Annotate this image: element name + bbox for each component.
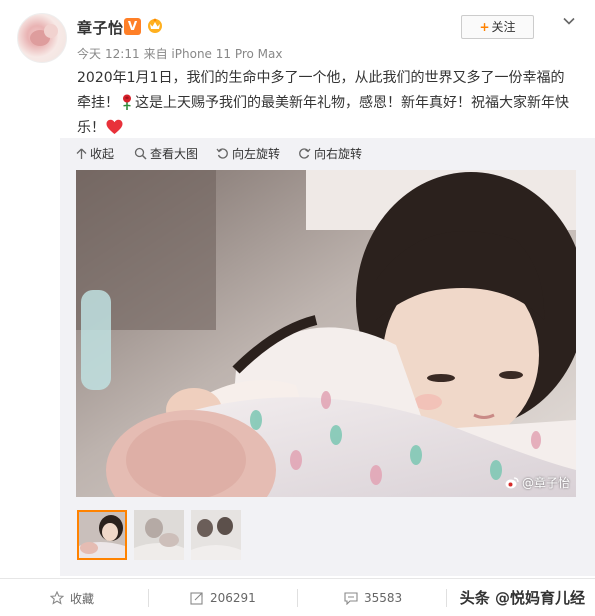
thumbnail-2[interactable] [134,510,184,560]
main-photo[interactable]: @章子怡 [76,170,576,497]
action-bar: 收藏 206291 35583 头条 @悦妈育儿经 [0,578,595,616]
comment-count: 35583 [364,591,403,605]
favorite-label: 收藏 [70,591,95,606]
post-day[interactable]: 今天 [77,47,101,61]
rotate-left-label: 向左旋转 [232,147,281,161]
view-large-label: 查看大图 [150,147,199,161]
star-icon [50,591,64,605]
divider [297,589,298,607]
rotate-right-label: 向右旋转 [314,147,363,161]
rose-icon [123,94,131,110]
verified-badge-icon: V [124,18,141,35]
post-time[interactable]: 12:11 [105,47,140,61]
repost-icon [190,592,203,605]
rotate-left-button[interactable]: 向左旋转 [216,145,280,162]
author-name[interactable]: 章子怡 [77,17,124,38]
member-crown-icon [148,18,162,33]
divider [446,589,447,607]
follow-label: 关注 [491,20,516,34]
thumbnail-image [134,510,184,560]
photo-watermark-label: @章子怡 [521,476,570,490]
repost-count: 206291 [210,591,256,605]
thumbnail-image [79,512,125,558]
source-watermark: 头条 @悦妈育儿经 [459,589,585,607]
rotate-right-button[interactable]: 向右旋转 [298,145,362,162]
rotate-right-icon [299,148,311,159]
post-text: 2020年1月1日，我们的生命中多了一个他，从此我们的世界又多了一份幸福的牵挂！… [77,66,577,141]
favorite-button[interactable]: 收藏 [50,579,94,616]
chevron-down-icon[interactable] [562,14,576,28]
comment-button[interactable]: 35583 [344,579,402,616]
collapse-label: 收起 [90,147,115,161]
rotate-left-icon [216,148,228,159]
comment-icon [344,592,358,605]
view-large-button[interactable]: 查看大图 [134,145,198,162]
collapse-button[interactable]: 收起 [76,145,114,162]
weibo-post: 章子怡 V 今天 12:11 来自 iPhone 11 Pro Max + 关注 20… [0,0,595,616]
plus-icon: + [479,20,490,34]
repost-button[interactable]: 206291 [190,579,256,616]
post-source: 来自 iPhone 11 Pro Max [143,47,283,61]
weibo-logo-icon [505,476,519,488]
thumbnail-3[interactable] [191,510,241,560]
photo-watermark: @章子怡 [505,474,570,491]
thumbnail-image [191,510,241,560]
collapse-icon [76,148,87,159]
thumbnail-1[interactable] [77,510,127,560]
post-meta: 今天 12:11 来自 iPhone 11 Pro Max [77,45,287,62]
divider [148,589,149,607]
avatar[interactable] [17,13,67,63]
follow-button[interactable]: + 关注 [461,15,534,39]
heart-icon [106,119,123,134]
post-text-part2: 这是上天赐予我们的最美新年礼物，感恩！新年真好！祝福大家新年快乐！ [77,95,569,136]
photo-illustration [76,170,576,497]
magnifier-icon [134,147,147,160]
